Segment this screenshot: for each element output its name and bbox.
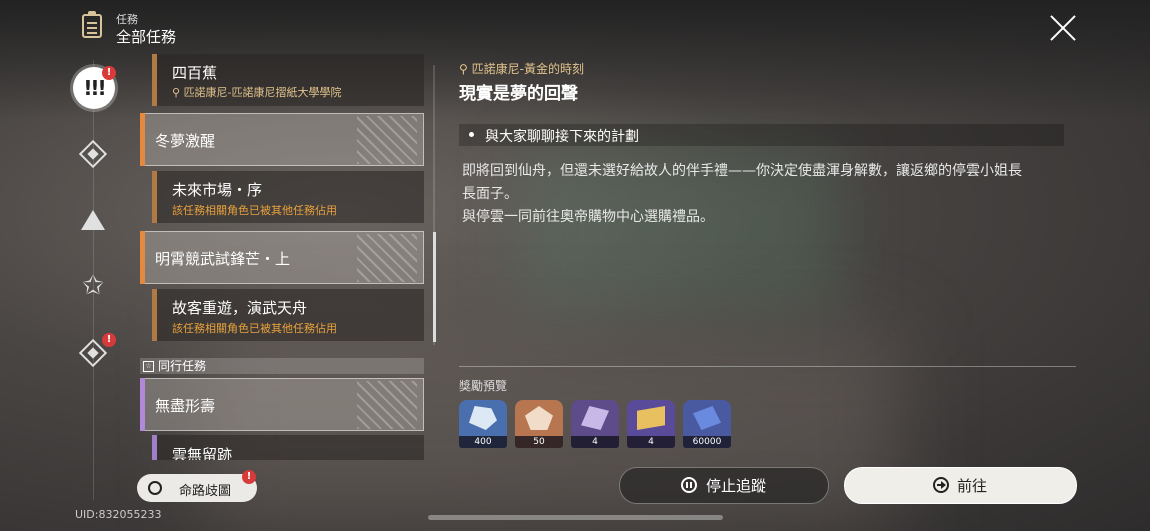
quest-detail-location: ⚲ 匹諾康尼-黃金的時刻	[459, 62, 584, 76]
go-button[interactable]: 前往	[844, 467, 1077, 504]
quest-item[interactable]: 雲無留跡	[152, 435, 424, 460]
bullet-icon	[469, 132, 474, 137]
quest-log-icon	[82, 11, 102, 38]
path-map-label: 命路歧圖	[179, 484, 232, 499]
go-arrow-icon	[933, 477, 949, 493]
quest-warning: 該任務相關角色已被其他任務佔用	[172, 204, 337, 217]
quest-group-header[interactable]: 無盡形壽	[140, 378, 424, 431]
rail-tab-adventure[interactable]: ✩	[73, 266, 113, 306]
quest-item[interactable]: 四百蕉 ⚲ 匹諾康尼-匹諾康尼摺紙大學學院	[152, 54, 424, 106]
close-icon[interactable]	[1048, 13, 1078, 43]
star-icon: ✩	[82, 271, 104, 301]
quest-group-bar	[140, 231, 145, 284]
rail-daily-alert-badge: !	[102, 333, 116, 347]
crystal-icon	[469, 406, 497, 430]
quest-group-title: 無盡形壽	[155, 397, 216, 415]
ore-icon	[525, 406, 553, 430]
quest-group-bar	[140, 113, 145, 166]
reward-count: 4	[571, 436, 619, 448]
rewards-divider	[459, 366, 1076, 367]
path-map-button[interactable]: 命路歧圖	[137, 474, 257, 502]
quest-group-art	[357, 116, 417, 164]
rail-tab-companion[interactable]	[73, 200, 113, 240]
quest-title: 四百蕉	[172, 64, 218, 82]
quest-detail-title: 現實是夢的回聲	[459, 84, 578, 104]
quest-type-bar	[152, 171, 157, 223]
credit-icon	[693, 406, 721, 430]
material-icon	[581, 406, 609, 430]
page-title: 全部任務	[116, 28, 177, 46]
stop-tracking-label: 停止追蹤	[706, 477, 767, 495]
description-line: 長面子。	[462, 186, 518, 202]
description-line: 即將回到仙舟，但還未選好給故人的伴手禮——你決定使盡渾身解數，讓返鄉的停雲小姐長	[462, 163, 1022, 179]
book-reward[interactable]: 4	[627, 400, 675, 448]
reward-count: 50	[515, 436, 563, 448]
quest-group-header[interactable]: 冬夢激醒	[140, 113, 424, 166]
credit-reward[interactable]: 60000	[683, 400, 731, 448]
quest-group-bar	[140, 378, 145, 431]
rail-active-alert-badge: !	[102, 66, 116, 80]
quest-location-text: 匹諾康尼-匹諾康尼摺紙大學學院	[183, 86, 342, 99]
header-section: 任務	[116, 13, 138, 26]
reward-preview-label: 獎勵預覽	[459, 379, 508, 393]
star-icon: ☆	[143, 361, 154, 372]
material-reward[interactable]: 4	[571, 400, 619, 448]
quest-group-art	[357, 381, 417, 429]
quest-title: 雲無留跡	[172, 446, 233, 460]
player-uid: UID:832055233	[75, 508, 162, 521]
path-map-alert-badge: !	[242, 470, 256, 484]
ore-reward[interactable]: 50	[515, 400, 563, 448]
diamond-icon	[78, 139, 108, 169]
quest-group-header[interactable]: 明霄競武試鋒芒・上	[140, 231, 424, 284]
rail-tab-trailblaze[interactable]	[73, 134, 113, 174]
all-quests-icon: !!!	[83, 76, 106, 100]
quest-list[interactable]: 四百蕉 ⚲ 匹諾康尼-匹諾康尼摺紙大學學院 冬夢激醒 未來市場・序 該任務相關角…	[140, 54, 424, 460]
quest-location: ⚲ 匹諾康尼-匹諾康尼摺紙大學學院	[172, 86, 342, 99]
book-icon	[637, 406, 665, 430]
path-map-icon	[148, 481, 162, 495]
quest-description: 即將回到仙舟，但還未選好給故人的伴手禮——你決定使盡渾身解數，讓返鄉的停雲小姐長…	[462, 160, 1062, 229]
reward-count: 60000	[683, 436, 731, 448]
quest-item[interactable]: 故客重遊，演武天舟 該任務相關角色已被其他任務佔用	[152, 289, 424, 341]
quest-objective: 與大家聊聊接下來的計劃	[459, 124, 1064, 146]
reward-count: 400	[459, 436, 507, 448]
quest-title: 未來市場・序	[172, 181, 263, 199]
list-scrollbar[interactable]	[433, 232, 436, 342]
companion-quests-header: ☆ 同行任務	[140, 358, 424, 374]
quest-item[interactable]: 未來市場・序 該任務相關角色已被其他任務佔用	[152, 171, 424, 223]
quest-type-bar	[152, 435, 157, 460]
quest-warning: 該任務相關角色已被其他任務佔用	[172, 322, 337, 335]
quest-group-art	[357, 234, 417, 282]
home-indicator[interactable]	[428, 515, 723, 520]
quest-type-bar	[152, 289, 157, 341]
reward-count: 4	[627, 436, 675, 448]
quest-group-title: 冬夢激醒	[155, 132, 216, 150]
quest-type-bar	[152, 54, 157, 106]
objective-text: 與大家聊聊接下來的計劃	[485, 129, 639, 145]
quest-detail-location-text: 匹諾康尼-黃金的時刻	[471, 62, 584, 76]
companion-quests-label: 同行任務	[158, 359, 207, 373]
triangle-icon	[81, 210, 105, 230]
description-line: 與停雲一同前往奧帝購物中心選購禮品。	[462, 209, 714, 225]
quest-title: 故客重遊，演武天舟	[172, 299, 308, 317]
stop-tracking-button[interactable]: 停止追蹤	[619, 467, 829, 504]
crystal-reward[interactable]: 400	[459, 400, 507, 448]
pause-icon	[681, 477, 697, 493]
quest-group-title: 明霄競武試鋒芒・上	[155, 250, 291, 268]
go-label: 前往	[957, 477, 988, 495]
